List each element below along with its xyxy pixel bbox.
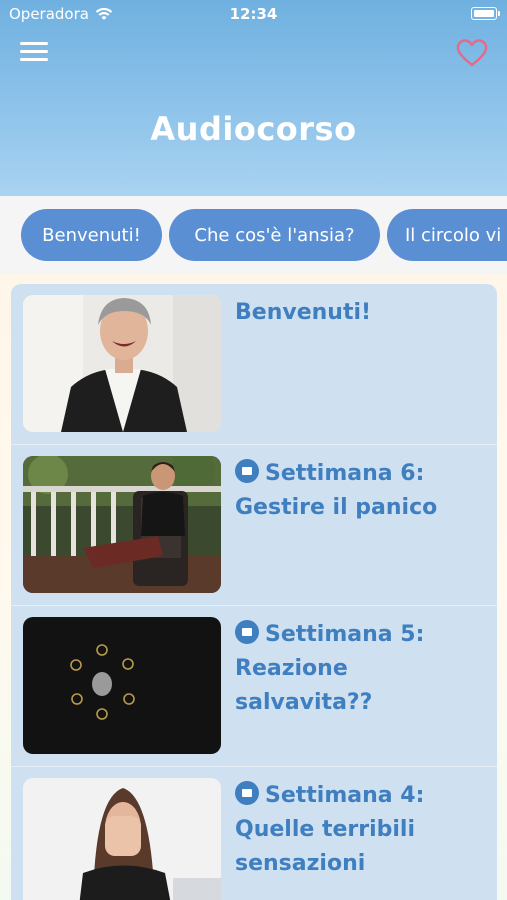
lesson-title-text: Settimana 4: Quelle terribili sensazioni (235, 783, 425, 876)
lesson-thumbnail (23, 456, 221, 593)
lock-icon (235, 459, 259, 483)
header: Operadora 12:34 Audiocorso (0, 0, 507, 196)
lesson-thumbnail (23, 778, 221, 900)
lesson-title: Settimana 6: Gestire il panico (235, 457, 485, 525)
brain-bulbs-image (23, 617, 221, 754)
tab-che-cos-e-l-ansia[interactable]: Che cos'è l'ansia? (169, 209, 380, 261)
list-item[interactable]: Settimana 6: Gestire il panico (11, 445, 497, 606)
lesson-title-text: Settimana 6: Gestire il panico (235, 461, 438, 520)
list-item[interactable]: Settimana 5: Reazione salvavita?? (11, 606, 497, 767)
lesson-title: Benvenuti! (235, 296, 485, 330)
lesson-title-text: Benvenuti! (235, 300, 372, 325)
battery-icon (471, 7, 500, 20)
lesson-title: Settimana 4: Quelle terribili sensazioni (235, 779, 485, 881)
tab-il-circolo[interactable]: Il circolo vi (387, 209, 507, 261)
heart-icon[interactable] (456, 38, 488, 68)
list-item[interactable]: Settimana 4: Quelle terribili sensazioni (11, 767, 497, 900)
lock-icon (235, 620, 259, 644)
status-time: 12:34 (229, 5, 278, 23)
category-tabs: Benvenuti! Che cos'è l'ansia? Il circolo… (0, 196, 507, 274)
lesson-thumbnail (23, 617, 221, 754)
tab-label: Il circolo vi (405, 224, 502, 246)
menu-icon[interactable] (20, 40, 48, 64)
woman-on-porch-image (23, 456, 221, 593)
lock-icon (235, 781, 259, 805)
lesson-list: Benvenuti! Settimana 6: Gestire il panic… (11, 284, 497, 900)
status-bar: Operadora 12:34 (0, 0, 507, 28)
list-item[interactable]: Benvenuti! (11, 284, 497, 445)
lesson-title-text: Settimana 5: Reazione salvavita?? (235, 622, 425, 715)
woman-covering-face-image (23, 778, 221, 900)
woman-laughing-image (23, 295, 221, 432)
page-title: Audiocorso (150, 110, 357, 148)
lesson-title: Settimana 5: Reazione salvavita?? (235, 618, 485, 720)
tab-benvenuti[interactable]: Benvenuti! (21, 209, 162, 261)
lesson-thumbnail (23, 295, 221, 432)
tab-label: Benvenuti! (42, 224, 141, 246)
tab-label: Che cos'è l'ansia? (194, 224, 355, 246)
